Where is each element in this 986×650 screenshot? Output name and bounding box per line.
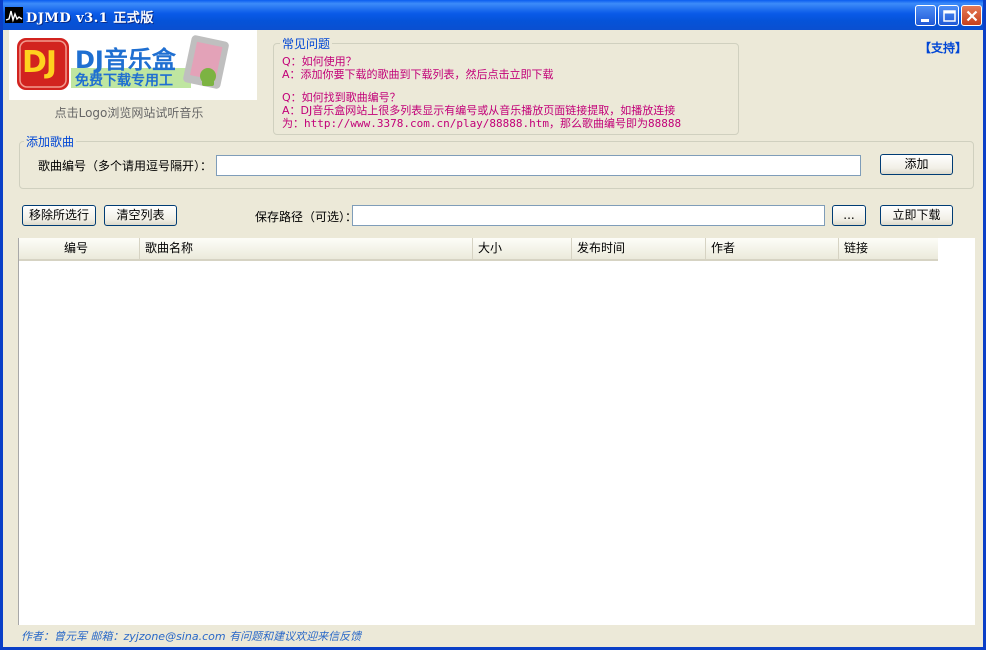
- column-header-author[interactable]: 作者: [705, 238, 838, 259]
- support-link[interactable]: 【支持】: [919, 39, 967, 56]
- clear-list-button[interactable]: 清空列表: [104, 205, 177, 226]
- logo-dj-text: DJ: [22, 45, 57, 80]
- logo-slogan: 免费下载专用工: [75, 73, 173, 89]
- download-list[interactable]: 编号 歌曲名称 大小 发布时间 作者 链接: [18, 238, 975, 625]
- faq-a1: A：添加你要下载的歌曲到下载列表，然后点击立即下载: [282, 68, 554, 81]
- browse-button[interactable]: ...: [832, 205, 866, 226]
- window-title: DJMD v3.1 正式版: [26, 11, 154, 26]
- maximize-button[interactable]: [938, 5, 959, 26]
- column-header-size[interactable]: 大小: [472, 238, 571, 259]
- song-id-label: 歌曲编号（多个请用逗号隔开）：: [38, 159, 213, 173]
- column-header-title[interactable]: 歌曲名称: [139, 238, 472, 259]
- column-header-date[interactable]: 发布时间: [571, 238, 705, 259]
- maximize-icon: [943, 10, 956, 22]
- minimize-button[interactable]: [915, 5, 936, 26]
- close-icon: [966, 10, 978, 22]
- footer-text: 作者：曾元军 邮箱：zyjzone@sina.com 有问题和建议欢迎来信反馈: [21, 630, 362, 643]
- app-window: DJMD v3.1 正式版 DJ DJ音乐盒 免费下载专用工 点击Logo浏览网…: [0, 0, 986, 650]
- logo-caption: 点击Logo浏览网站试听音乐: [54, 106, 204, 120]
- add-song-group: 添加歌曲 歌曲编号（多个请用逗号隔开）： 添加: [19, 133, 974, 189]
- close-button[interactable]: [961, 5, 982, 26]
- remove-selected-button[interactable]: 移除所选行: [22, 205, 96, 226]
- save-path-input[interactable]: [352, 205, 825, 226]
- faq-group: 常见问题 Q：如何使用？ A：添加你要下载的歌曲到下载列表，然后点击立即下载 Q…: [273, 35, 739, 135]
- song-id-input[interactable]: [216, 155, 861, 176]
- logo-banner[interactable]: DJ DJ音乐盒 免费下载专用工: [9, 30, 257, 100]
- app-icon: [5, 7, 23, 23]
- column-header-blank[interactable]: [19, 238, 59, 259]
- faq-legend: 常见问题: [280, 35, 333, 52]
- add-button[interactable]: 添加: [880, 154, 953, 175]
- column-header-link[interactable]: 链接: [838, 238, 938, 259]
- column-header-id[interactable]: 编号: [59, 238, 139, 259]
- list-header: 编号 歌曲名称 大小 发布时间 作者 链接: [19, 238, 938, 261]
- add-song-legend: 添加歌曲: [24, 133, 77, 150]
- title-bar[interactable]: DJMD v3.1 正式版: [3, 0, 983, 30]
- minimize-icon: [921, 19, 929, 22]
- save-path-label: 保存路径（可选）：: [255, 210, 358, 224]
- download-now-button[interactable]: 立即下载: [880, 205, 953, 226]
- faq-a2-line2: 为：http://www.3378.com.cn/play/88888.htm，…: [282, 117, 682, 130]
- main-content: DJ DJ音乐盒 免费下载专用工 点击Logo浏览网站试听音乐 常见问题 Q：如…: [3, 30, 983, 647]
